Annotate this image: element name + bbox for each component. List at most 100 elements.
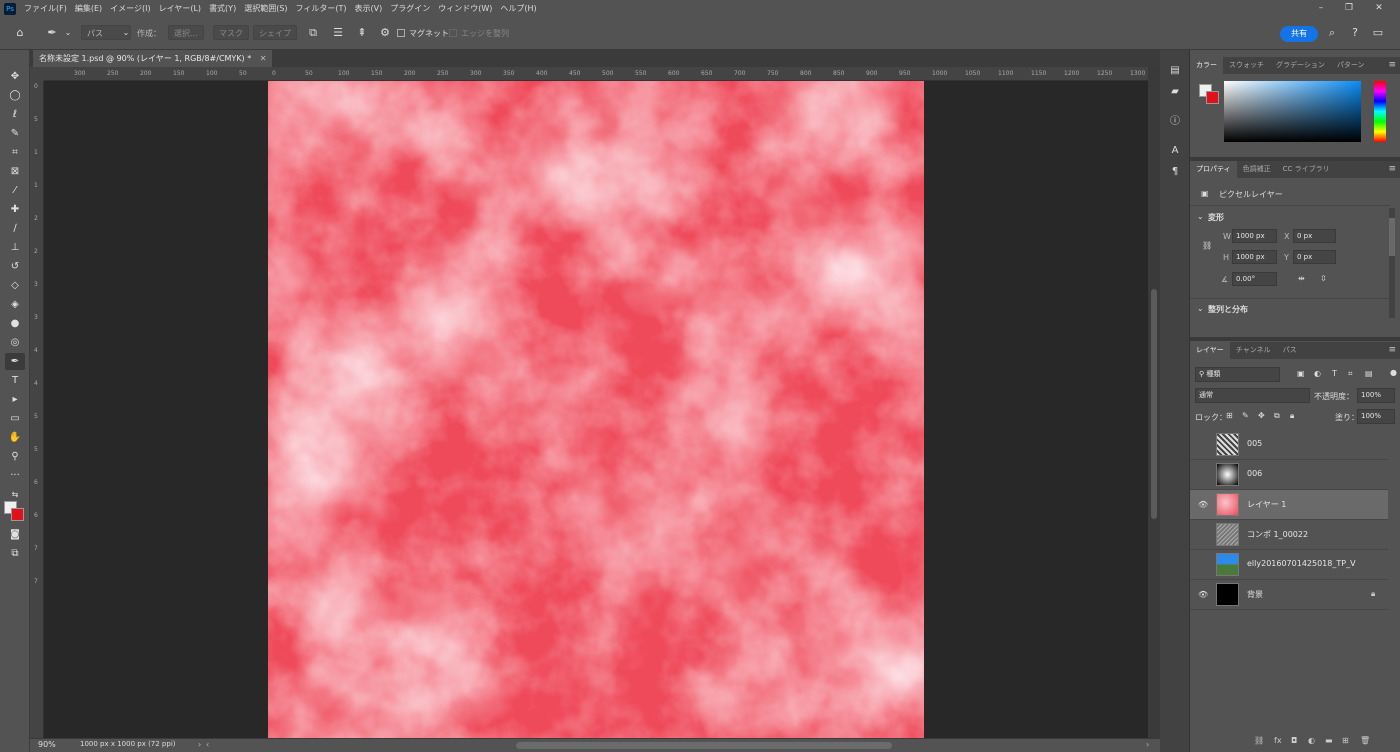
chevron-down-icon[interactable]: ⌄ bbox=[60, 25, 76, 41]
home-icon[interactable]: ⌂ bbox=[12, 25, 28, 41]
scroll-left-icon[interactable]: ‹ bbox=[206, 740, 209, 749]
close-tab-icon[interactable]: ✕ bbox=[260, 54, 267, 63]
type-icon[interactable]: T bbox=[5, 372, 25, 389]
lock-position-icon[interactable]: ✥ bbox=[1258, 411, 1265, 420]
menu-plugins[interactable]: プラグイン bbox=[386, 3, 434, 14]
visibility-toggle[interactable] bbox=[1198, 560, 1208, 570]
tab-gradients[interactable]: グラデーション bbox=[1270, 57, 1331, 74]
chevron-down-icon[interactable]: ⌄ bbox=[1197, 304, 1204, 313]
fx-icon[interactable]: fx bbox=[1274, 736, 1282, 745]
history-brush-icon[interactable]: ↺ bbox=[5, 258, 25, 275]
pen-icon[interactable]: ✒ bbox=[5, 353, 25, 370]
help-icon[interactable]: ? bbox=[1347, 25, 1363, 41]
eye-icon[interactable]: 👁︎ bbox=[1198, 590, 1208, 600]
select-button[interactable]: 選択... bbox=[168, 25, 204, 40]
tab-color[interactable]: カラー bbox=[1190, 57, 1223, 74]
flip-vertical-icon[interactable]: ⇳ bbox=[1320, 274, 1327, 283]
brush-icon[interactable]: ∕ bbox=[5, 220, 25, 237]
quick-select-icon[interactable]: ✎ bbox=[5, 125, 25, 142]
menu-view[interactable]: 表示(V) bbox=[351, 3, 387, 14]
eye-icon[interactable]: 👁︎ bbox=[1198, 500, 1208, 510]
scroll-thumb[interactable] bbox=[1389, 218, 1395, 256]
tab-swatches[interactable]: スウォッチ bbox=[1223, 57, 1270, 74]
zoom-icon[interactable]: ⚲ bbox=[5, 448, 25, 465]
new-layer-icon[interactable]: ⊞ bbox=[1342, 736, 1349, 745]
magnet-checkbox[interactable] bbox=[397, 29, 405, 37]
crop-icon[interactable]: ⌗ bbox=[5, 144, 25, 161]
filter-adjust-icon[interactable]: ◐ bbox=[1314, 369, 1321, 378]
filter-shape-icon[interactable]: ⌗ bbox=[1348, 369, 1353, 379]
path-operations-icon[interactable]: ⧉ bbox=[305, 25, 321, 41]
delete-layer-icon[interactable]: 🗑︎ bbox=[1360, 736, 1370, 745]
hue-slider[interactable] bbox=[1374, 81, 1386, 142]
document-info[interactable]: 1000 px x 1000 px (72 ppi) bbox=[80, 740, 176, 748]
panel-menu-icon[interactable]: ≡ bbox=[1388, 161, 1396, 178]
properties-scrollbar[interactable] bbox=[1389, 208, 1395, 318]
vertical-scrollbar[interactable] bbox=[1148, 67, 1160, 738]
rectangle-icon[interactable]: ▭ bbox=[5, 410, 25, 427]
lock-image-icon[interactable]: ✎ bbox=[1242, 411, 1249, 420]
restore-button[interactable]: ❐ bbox=[1334, 0, 1364, 17]
filter-type-icon[interactable]: T bbox=[1332, 369, 1337, 378]
minimize-button[interactable]: – bbox=[1306, 0, 1336, 17]
add-mask-icon[interactable]: ◘ bbox=[1291, 736, 1297, 745]
workspace-icon[interactable]: ▭ bbox=[1370, 25, 1386, 41]
lock-all-icon[interactable]: 🔒︎ bbox=[1290, 411, 1294, 421]
opacity-input[interactable]: 100% bbox=[1357, 388, 1395, 403]
move-tool-icon[interactable]: ✥ bbox=[5, 68, 25, 85]
comments-panel-icon[interactable]: ▰ bbox=[1167, 84, 1183, 100]
tab-channels[interactable]: チャンネル bbox=[1230, 342, 1277, 359]
filter-toggle-icon[interactable]: ● bbox=[1390, 368, 1397, 377]
tab-adjustments[interactable]: 色調補正 bbox=[1237, 161, 1277, 178]
menu-file[interactable]: ファイル(F) bbox=[20, 3, 71, 14]
mask-button[interactable]: マスク bbox=[213, 25, 249, 40]
quick-mask-icon[interactable]: ◙ bbox=[5, 526, 25, 543]
angle-input[interactable]: 0.00° bbox=[1232, 272, 1277, 286]
height-input[interactable]: 1000 px bbox=[1232, 250, 1277, 264]
menu-filter[interactable]: フィルター(T) bbox=[292, 3, 351, 14]
menu-layer[interactable]: レイヤー(L) bbox=[155, 3, 205, 14]
blend-mode-select[interactable]: 通常 bbox=[1195, 388, 1310, 403]
menu-image[interactable]: イメージ(I) bbox=[106, 3, 154, 14]
screen-mode-icon[interactable]: ⧉ bbox=[5, 545, 25, 562]
tab-patterns[interactable]: パターン bbox=[1331, 57, 1371, 74]
tab-cc-libraries[interactable]: CC ライブラリ bbox=[1277, 161, 1336, 178]
width-input[interactable]: 1000 px bbox=[1232, 229, 1277, 243]
scroll-thumb[interactable] bbox=[1151, 289, 1157, 519]
panel-menu-icon[interactable]: ≡ bbox=[1388, 57, 1396, 74]
blur-icon[interactable]: ● bbox=[5, 315, 25, 332]
tab-layers[interactable]: レイヤー bbox=[1190, 342, 1230, 359]
dodge-icon[interactable]: ◎ bbox=[5, 334, 25, 351]
new-group-icon[interactable]: ▬ bbox=[1325, 736, 1333, 745]
x-input[interactable]: 0 px bbox=[1293, 229, 1336, 243]
adjustment-layer-icon[interactable]: ◐ bbox=[1308, 736, 1315, 745]
chevron-down-icon[interactable]: ⌄ bbox=[1197, 212, 1204, 221]
filter-smart-icon[interactable]: ▤ bbox=[1365, 369, 1373, 378]
layer-row[interactable]: elly20160701425018_TP_V bbox=[1190, 550, 1388, 580]
menu-type[interactable]: 書式(Y) bbox=[205, 3, 240, 14]
ellipse-select-icon[interactable]: ◯ bbox=[5, 87, 25, 104]
frame-icon[interactable]: ⊠ bbox=[5, 163, 25, 180]
color-background-swatch[interactable] bbox=[1206, 91, 1219, 104]
lasso-icon[interactable]: ℓ bbox=[5, 106, 25, 123]
document-canvas[interactable] bbox=[268, 81, 924, 738]
stamp-icon[interactable]: ⊥ bbox=[5, 239, 25, 256]
lock-transparent-icon[interactable]: ⊞ bbox=[1226, 411, 1233, 420]
align-section-title[interactable]: 整列と分布 bbox=[1208, 304, 1248, 315]
eraser-icon[interactable]: ◇ bbox=[5, 277, 25, 294]
menu-window[interactable]: ウィンドウ(W) bbox=[434, 3, 496, 14]
align-edges-checkbox[interactable] bbox=[449, 29, 457, 37]
lock-artboard-icon[interactable]: ⧉ bbox=[1274, 411, 1280, 421]
visibility-toggle[interactable] bbox=[1198, 530, 1208, 540]
path-select-icon[interactable]: ▸ bbox=[5, 391, 25, 408]
history-panel-icon[interactable]: ▤ bbox=[1167, 63, 1183, 79]
transform-section-title[interactable]: 変形 bbox=[1208, 212, 1224, 223]
layer-filter-select[interactable]: ⚲ 種類 bbox=[1195, 367, 1280, 382]
search-icon[interactable]: ⌕ bbox=[1324, 25, 1340, 41]
hand-icon[interactable]: ✋ bbox=[5, 429, 25, 446]
close-button[interactable]: ✕ bbox=[1364, 0, 1394, 17]
info-panel-icon[interactable]: ⓘ bbox=[1167, 114, 1183, 130]
path-alignment-icon[interactable]: ☰ bbox=[330, 25, 346, 41]
fill-input[interactable]: 100% bbox=[1357, 409, 1395, 424]
zoom-level[interactable]: 90% bbox=[38, 740, 56, 749]
